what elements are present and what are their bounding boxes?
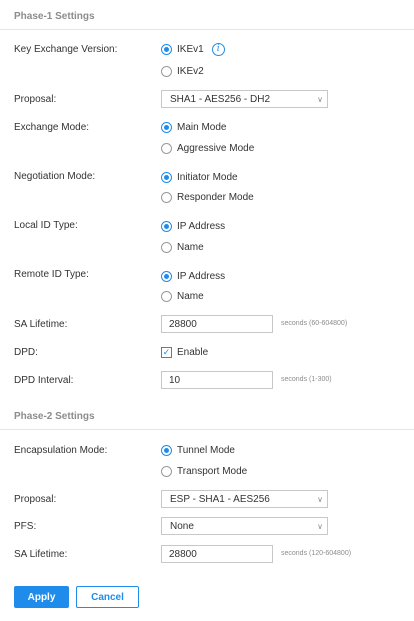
cancel-button[interactable]: Cancel — [76, 586, 139, 608]
radio-local-ip-address[interactable]: IP Address — [161, 219, 225, 233]
radio-ikev2-indicator[interactable] — [161, 65, 172, 77]
phase2-proposal-label: Proposal: — [14, 494, 57, 505]
phase1-title: Phase-1 Settings — [14, 11, 95, 22]
phase1-sa-lifetime-hint: seconds (60-604800) — [281, 320, 348, 327]
radio-initiator-mode-indicator[interactable] — [161, 171, 172, 183]
radio-transport-mode-label: Transport Mode — [177, 465, 248, 477]
phase1-sa-lifetime-label: SA Lifetime: — [14, 319, 68, 330]
info-icon[interactable]: i — [211, 42, 225, 56]
radio-initiator-mode[interactable]: Initiator Mode — [161, 170, 238, 184]
pfs-select-value: None — [170, 520, 194, 532]
phase1-sa-lifetime-input[interactable] — [161, 315, 273, 333]
radio-remote-ip-address-indicator[interactable] — [161, 270, 172, 282]
radio-responder-mode-label: Responder Mode — [177, 191, 254, 203]
check-icon[interactable]: ✓ — [161, 347, 172, 358]
radio-tunnel-mode-label: Tunnel Mode — [177, 444, 235, 456]
pfs-label: PFS: — [14, 521, 37, 532]
radio-responder-mode[interactable]: Responder Mode — [161, 190, 254, 204]
chevron-down-icon: ∨ — [317, 494, 323, 504]
apply-button[interactable]: Apply — [14, 586, 69, 608]
radio-aggressive-mode[interactable]: Aggressive Mode — [161, 141, 254, 155]
radio-tunnel-mode-indicator[interactable] — [161, 444, 172, 456]
radio-initiator-mode-label: Initiator Mode — [177, 171, 238, 183]
radio-ikev1-label: IKEv1 — [177, 43, 204, 55]
radio-ikev1[interactable]: IKEv1 i — [161, 42, 225, 56]
radio-local-ip-address-label: IP Address — [177, 220, 226, 232]
phase2-sa-lifetime-hint: seconds (120-604800) — [281, 550, 352, 557]
local-id-type-label: Local ID Type: — [14, 220, 78, 231]
chevron-down-icon: ∨ — [317, 521, 323, 531]
dpd-interval-label: DPD Interval: — [14, 375, 74, 386]
phase2-proposal-select-value: ESP - SHA1 - AES256 — [170, 493, 270, 505]
chevron-down-icon: ∨ — [317, 94, 323, 104]
radio-main-mode[interactable]: Main Mode — [161, 120, 226, 134]
encapsulation-mode-label: Encapsulation Mode: — [14, 445, 108, 456]
radio-responder-mode-indicator[interactable] — [161, 191, 172, 203]
dpd-label: DPD: — [14, 347, 38, 358]
radio-remote-ip-address-label: IP Address — [177, 270, 226, 282]
dpd-enable-label: Enable — [177, 347, 209, 358]
radio-tunnel-mode[interactable]: Tunnel Mode — [161, 443, 235, 457]
radio-ikev2-label: IKEv2 — [177, 65, 204, 77]
radio-local-ip-address-indicator[interactable] — [161, 220, 172, 232]
radio-ikev2[interactable]: IKEv2 — [161, 64, 204, 78]
radio-main-mode-label: Main Mode — [177, 121, 227, 133]
dpd-interval-input[interactable] — [161, 371, 273, 389]
phase1-divider — [0, 29, 414, 30]
proposal-select-value: SHA1 - AES256 - DH2 — [170, 93, 271, 105]
key-exchange-label: Key Exchange Version: — [14, 44, 118, 55]
radio-remote-name-label: Name — [177, 290, 204, 302]
radio-transport-mode[interactable]: Transport Mode — [161, 464, 247, 478]
radio-remote-name-indicator[interactable] — [161, 290, 172, 302]
radio-local-name-label: Name — [177, 241, 204, 253]
radio-local-name-indicator[interactable] — [161, 241, 172, 253]
pfs-select[interactable]: None ∨ — [161, 517, 328, 535]
phase2-title: Phase-2 Settings — [14, 411, 95, 422]
radio-ikev1-indicator[interactable] — [161, 43, 172, 55]
radio-aggressive-mode-indicator[interactable] — [161, 142, 172, 154]
dpd-enable-checkbox[interactable]: ✓ Enable — [161, 347, 208, 358]
radio-transport-mode-indicator[interactable] — [161, 465, 172, 477]
radio-remote-name[interactable]: Name — [161, 289, 204, 303]
negotiation-mode-label: Negotiation Mode: — [14, 171, 96, 182]
radio-aggressive-mode-label: Aggressive Mode — [177, 142, 255, 154]
dpd-interval-hint: seconds (1-300) — [281, 376, 332, 383]
radio-remote-ip-address[interactable]: IP Address — [161, 269, 225, 283]
radio-main-mode-indicator[interactable] — [161, 121, 172, 133]
proposal-label: Proposal: — [14, 94, 57, 105]
phase2-sa-lifetime-label: SA Lifetime: — [14, 549, 68, 560]
remote-id-type-label: Remote ID Type: — [14, 269, 89, 280]
proposal-select[interactable]: SHA1 - AES256 - DH2 ∨ — [161, 90, 328, 108]
radio-local-name[interactable]: Name — [161, 240, 204, 254]
exchange-mode-label: Exchange Mode: — [14, 122, 90, 133]
phase2-sa-lifetime-input[interactable] — [161, 545, 273, 563]
phase2-proposal-select[interactable]: ESP - SHA1 - AES256 ∨ — [161, 490, 328, 508]
phase2-divider — [0, 429, 414, 430]
